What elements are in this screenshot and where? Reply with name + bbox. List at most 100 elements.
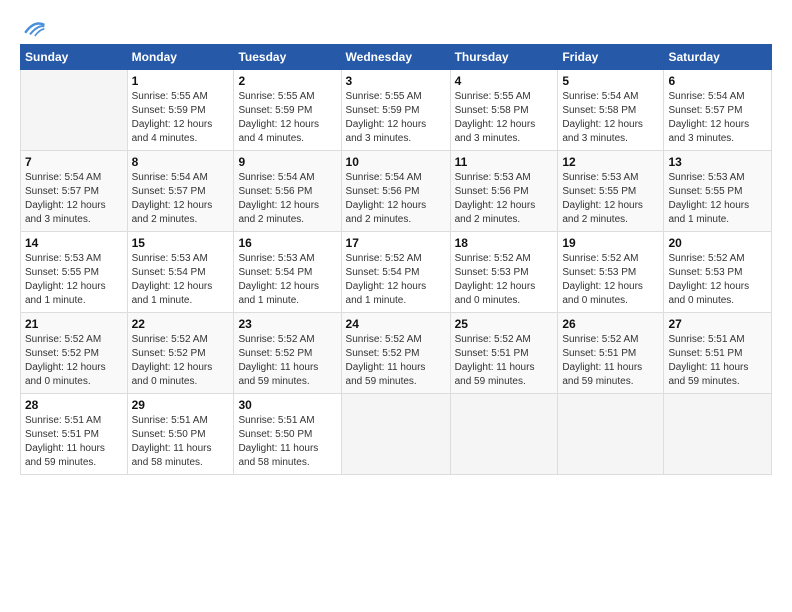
cell-2-4: 10 Sunrise: 5:54 AM Sunset: 5:56 PM Dayli… — [341, 151, 450, 232]
day-info: Sunrise: 5:53 AM Sunset: 5:55 PM Dayligh… — [668, 171, 767, 227]
day-number: 25 — [455, 317, 554, 331]
day-number: 30 — [238, 398, 336, 412]
day-info: Sunrise: 5:54 AM Sunset: 5:57 PM Dayligh… — [25, 171, 123, 227]
day-info: Sunrise: 5:51 AM Sunset: 5:51 PM Dayligh… — [668, 333, 767, 389]
day-info: Sunrise: 5:54 AM Sunset: 5:57 PM Dayligh… — [668, 90, 767, 146]
day-number: 28 — [25, 398, 123, 412]
day-info: Sunrise: 5:54 AM Sunset: 5:56 PM Dayligh… — [346, 171, 446, 227]
cell-5-4 — [341, 394, 450, 475]
day-info: Sunrise: 5:55 AM Sunset: 5:59 PM Dayligh… — [132, 90, 230, 146]
week-row-3: 14 Sunrise: 5:53 AM Sunset: 5:55 PM Dayli… — [21, 232, 772, 313]
calendar-table: SundayMondayTuesdayWednesdayThursdayFrid… — [20, 44, 772, 475]
cell-3-6: 19 Sunrise: 5:52 AM Sunset: 5:53 PM Dayli… — [558, 232, 664, 313]
day-number: 29 — [132, 398, 230, 412]
cell-1-6: 5 Sunrise: 5:54 AM Sunset: 5:58 PM Daylig… — [558, 70, 664, 151]
day-info: Sunrise: 5:51 AM Sunset: 5:51 PM Dayligh… — [25, 414, 123, 470]
cell-5-6 — [558, 394, 664, 475]
day-info: Sunrise: 5:52 AM Sunset: 5:51 PM Dayligh… — [562, 333, 659, 389]
day-info: Sunrise: 5:54 AM Sunset: 5:56 PM Dayligh… — [238, 171, 336, 227]
cell-5-5 — [450, 394, 558, 475]
day-number: 21 — [25, 317, 123, 331]
day-number: 5 — [562, 74, 659, 88]
day-info: Sunrise: 5:55 AM Sunset: 5:59 PM Dayligh… — [238, 90, 336, 146]
day-info: Sunrise: 5:54 AM Sunset: 5:58 PM Dayligh… — [562, 90, 659, 146]
cell-5-7 — [664, 394, 772, 475]
day-info: Sunrise: 5:51 AM Sunset: 5:50 PM Dayligh… — [132, 414, 230, 470]
day-number: 27 — [668, 317, 767, 331]
day-number: 22 — [132, 317, 230, 331]
header-row: SundayMondayTuesdayWednesdayThursdayFrid… — [21, 45, 772, 70]
cell-2-2: 8 Sunrise: 5:54 AM Sunset: 5:57 PM Daylig… — [127, 151, 234, 232]
day-number: 15 — [132, 236, 230, 250]
day-info: Sunrise: 5:52 AM Sunset: 5:52 PM Dayligh… — [346, 333, 446, 389]
day-info: Sunrise: 5:52 AM Sunset: 5:52 PM Dayligh… — [25, 333, 123, 389]
day-number: 11 — [455, 155, 554, 169]
day-info: Sunrise: 5:52 AM Sunset: 5:53 PM Dayligh… — [455, 252, 554, 308]
cell-2-3: 9 Sunrise: 5:54 AM Sunset: 5:56 PM Daylig… — [234, 151, 341, 232]
cell-5-3: 30 Sunrise: 5:51 AM Sunset: 5:50 PM Dayli… — [234, 394, 341, 475]
day-number: 20 — [668, 236, 767, 250]
day-info: Sunrise: 5:53 AM Sunset: 5:54 PM Dayligh… — [238, 252, 336, 308]
day-number: 6 — [668, 74, 767, 88]
day-info: Sunrise: 5:53 AM Sunset: 5:55 PM Dayligh… — [25, 252, 123, 308]
day-number: 19 — [562, 236, 659, 250]
cell-1-7: 6 Sunrise: 5:54 AM Sunset: 5:57 PM Daylig… — [664, 70, 772, 151]
cell-3-4: 17 Sunrise: 5:52 AM Sunset: 5:54 PM Dayli… — [341, 232, 450, 313]
week-row-5: 28 Sunrise: 5:51 AM Sunset: 5:51 PM Dayli… — [21, 394, 772, 475]
day-info: Sunrise: 5:52 AM Sunset: 5:54 PM Dayligh… — [346, 252, 446, 308]
day-number: 17 — [346, 236, 446, 250]
day-info: Sunrise: 5:51 AM Sunset: 5:50 PM Dayligh… — [238, 414, 336, 470]
cell-2-6: 12 Sunrise: 5:53 AM Sunset: 5:55 PM Dayli… — [558, 151, 664, 232]
col-header-friday: Friday — [558, 45, 664, 70]
cell-1-5: 4Sunrise: 5:55 AM Sunset: 5:58 PM Daylig… — [450, 70, 558, 151]
cell-4-4: 24 Sunrise: 5:52 AM Sunset: 5:52 PM Dayli… — [341, 313, 450, 394]
day-number: 26 — [562, 317, 659, 331]
day-number: 23 — [238, 317, 336, 331]
cell-5-1: 28 Sunrise: 5:51 AM Sunset: 5:51 PM Dayli… — [21, 394, 128, 475]
cell-1-2: 1Sunrise: 5:55 AM Sunset: 5:59 PM Daylig… — [127, 70, 234, 151]
day-number: 12 — [562, 155, 659, 169]
day-info: Sunrise: 5:54 AM Sunset: 5:57 PM Dayligh… — [132, 171, 230, 227]
logo — [20, 16, 46, 36]
cell-4-7: 27 Sunrise: 5:51 AM Sunset: 5:51 PM Dayli… — [664, 313, 772, 394]
cell-4-5: 25Sunrise: 5:52 AM Sunset: 5:51 PM Dayli… — [450, 313, 558, 394]
cell-3-5: 18 Sunrise: 5:52 AM Sunset: 5:53 PM Dayli… — [450, 232, 558, 313]
week-row-2: 7 Sunrise: 5:54 AM Sunset: 5:57 PM Daylig… — [21, 151, 772, 232]
cell-3-1: 14 Sunrise: 5:53 AM Sunset: 5:55 PM Dayli… — [21, 232, 128, 313]
day-info: Sunrise: 5:53 AM Sunset: 5:56 PM Dayligh… — [455, 171, 554, 227]
cell-4-2: 22 Sunrise: 5:52 AM Sunset: 5:52 PM Dayli… — [127, 313, 234, 394]
week-row-4: 21 Sunrise: 5:52 AM Sunset: 5:52 PM Dayli… — [21, 313, 772, 394]
day-number: 16 — [238, 236, 336, 250]
cell-2-5: 11 Sunrise: 5:53 AM Sunset: 5:56 PM Dayli… — [450, 151, 558, 232]
day-number: 14 — [25, 236, 123, 250]
day-info: Sunrise: 5:52 AM Sunset: 5:52 PM Dayligh… — [132, 333, 230, 389]
cell-4-1: 21 Sunrise: 5:52 AM Sunset: 5:52 PM Dayli… — [21, 313, 128, 394]
day-number: 7 — [25, 155, 123, 169]
cell-4-6: 26 Sunrise: 5:52 AM Sunset: 5:51 PM Dayli… — [558, 313, 664, 394]
col-header-wednesday: Wednesday — [341, 45, 450, 70]
day-info: Sunrise: 5:53 AM Sunset: 5:54 PM Dayligh… — [132, 252, 230, 308]
day-info: Sunrise: 5:55 AM Sunset: 5:59 PM Dayligh… — [346, 90, 446, 146]
week-row-1: 1Sunrise: 5:55 AM Sunset: 5:59 PM Daylig… — [21, 70, 772, 151]
day-info: Sunrise: 5:52 AM Sunset: 5:53 PM Dayligh… — [562, 252, 659, 308]
day-number: 4 — [455, 74, 554, 88]
day-number: 18 — [455, 236, 554, 250]
day-number: 9 — [238, 155, 336, 169]
cell-1-1 — [21, 70, 128, 151]
col-header-monday: Monday — [127, 45, 234, 70]
day-info: Sunrise: 5:53 AM Sunset: 5:55 PM Dayligh… — [562, 171, 659, 227]
day-number: 10 — [346, 155, 446, 169]
cell-2-1: 7 Sunrise: 5:54 AM Sunset: 5:57 PM Daylig… — [21, 151, 128, 232]
cell-5-2: 29 Sunrise: 5:51 AM Sunset: 5:50 PM Dayli… — [127, 394, 234, 475]
cell-3-2: 15 Sunrise: 5:53 AM Sunset: 5:54 PM Dayli… — [127, 232, 234, 313]
day-number: 8 — [132, 155, 230, 169]
day-number: 24 — [346, 317, 446, 331]
header — [20, 16, 772, 36]
cell-3-7: 20Sunrise: 5:52 AM Sunset: 5:53 PM Dayli… — [664, 232, 772, 313]
col-header-tuesday: Tuesday — [234, 45, 341, 70]
page: SundayMondayTuesdayWednesdayThursdayFrid… — [0, 0, 792, 612]
cell-2-7: 13Sunrise: 5:53 AM Sunset: 5:55 PM Dayli… — [664, 151, 772, 232]
day-info: Sunrise: 5:52 AM Sunset: 5:52 PM Dayligh… — [238, 333, 336, 389]
col-header-sunday: Sunday — [21, 45, 128, 70]
cell-1-4: 3Sunrise: 5:55 AM Sunset: 5:59 PM Daylig… — [341, 70, 450, 151]
